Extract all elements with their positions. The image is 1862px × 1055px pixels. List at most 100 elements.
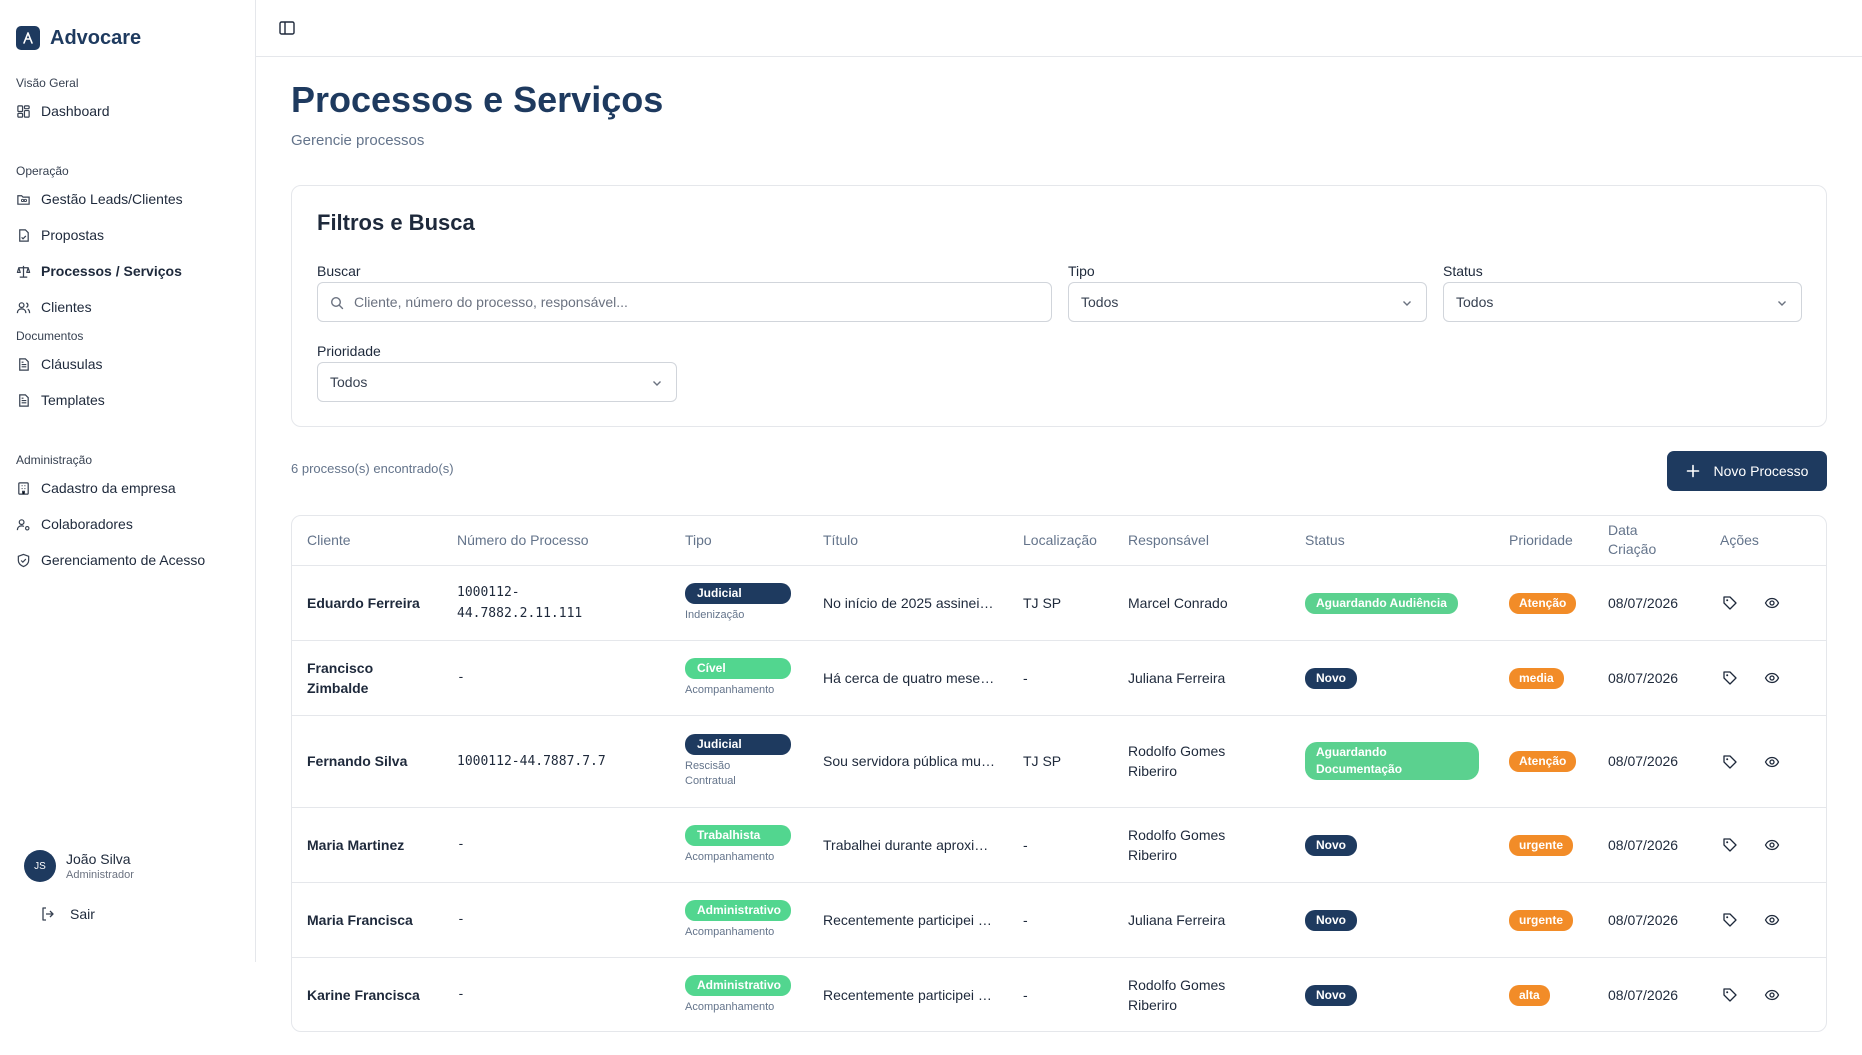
nav-group-administracao: Administração Cadastro da empresa Colabo… bbox=[16, 453, 205, 578]
column-header-numero[interactable]: Número do Processo bbox=[442, 516, 670, 566]
cell-titulo: No início de 2025 assinei um contrato de… bbox=[808, 565, 1008, 641]
cell-tipo: Administrativo Acompanhamento bbox=[670, 957, 808, 1031]
priority-badge: urgente bbox=[1509, 909, 1574, 931]
sidebar-item-clientes[interactable]: Clientes bbox=[16, 289, 183, 325]
cell-prioridade: urgente bbox=[1494, 807, 1593, 883]
logout-button[interactable]: Sair bbox=[40, 906, 95, 922]
tipo-label: Tipo bbox=[1068, 263, 1095, 279]
cell-tipo: Trabalhista Acompanhamento bbox=[670, 807, 808, 883]
tipo-subtype-line2: Contratual bbox=[685, 774, 736, 787]
column-header-titulo[interactable]: Título bbox=[808, 516, 1008, 566]
tag-icon[interactable] bbox=[1720, 985, 1740, 1005]
table-row[interactable]: Francisco Zimbalde - Cível Acompanhamento … bbox=[292, 640, 1826, 716]
tipo-badge: Administrativo bbox=[685, 899, 791, 921]
cell-data: 08/07/2026 bbox=[1593, 565, 1705, 641]
eye-icon[interactable] bbox=[1762, 668, 1782, 688]
sidebar-item-clausulas[interactable]: Cláusulas bbox=[16, 346, 105, 382]
numero-line2: 44.7882.2.11.111 bbox=[457, 605, 583, 621]
cell-tipo: Cível Acompanhamento bbox=[670, 640, 808, 716]
column-header-localizacao[interactable]: Localização bbox=[1008, 516, 1113, 566]
column-header-status[interactable]: Status bbox=[1290, 516, 1494, 566]
tipo-badge: Judicial bbox=[685, 582, 791, 604]
eye-icon[interactable] bbox=[1762, 752, 1782, 772]
column-header-cliente[interactable]: Cliente bbox=[292, 516, 442, 566]
sidebar-item-gerenciamento-acesso[interactable]: Gerenciamento de Acesso bbox=[16, 542, 205, 578]
sidebar-item-dashboard[interactable]: Dashboard bbox=[16, 93, 110, 129]
column-header-data-line1: Data bbox=[1608, 522, 1638, 539]
sidebar-item-templates[interactable]: Templates bbox=[16, 382, 105, 418]
cell-responsavel: Rodolfo Gomes Riberiro bbox=[1113, 807, 1290, 883]
tag-icon[interactable] bbox=[1720, 593, 1740, 613]
sidebar-item-label: Gerenciamento de Acesso bbox=[41, 552, 206, 568]
tipo-badge: Judicial bbox=[685, 733, 791, 755]
eye-icon[interactable] bbox=[1762, 910, 1782, 930]
brand[interactable]: Advocare bbox=[16, 26, 141, 50]
cell-numero: - bbox=[442, 640, 670, 716]
table-row[interactable]: Maria Francisca - Administrativo Acompanh… bbox=[292, 882, 1826, 958]
priority-badge: Atenção bbox=[1509, 592, 1577, 614]
status-badge: Aguardando Documentação bbox=[1305, 742, 1479, 780]
sidebar-item-label: Cláusulas bbox=[41, 356, 103, 372]
table-row[interactable]: Fernando Silva 1000112-44.7887.7.7 Judic… bbox=[292, 715, 1826, 808]
shield-check-icon bbox=[17, 553, 30, 567]
tipo-select[interactable]: Todos bbox=[1068, 282, 1427, 322]
cell-status: Novo bbox=[1290, 807, 1494, 883]
table-row[interactable]: Karine Francisca - Administrativo Acompan… bbox=[292, 957, 1826, 1031]
tag-icon[interactable] bbox=[1720, 752, 1740, 772]
cell-localizacao: - bbox=[1008, 882, 1113, 958]
sidebar: Advocare Visão Geral Dashboard Operação … bbox=[0, 0, 256, 962]
sidebar-item-cadastro-empresa[interactable]: Cadastro da empresa bbox=[16, 470, 205, 506]
tag-icon[interactable] bbox=[1720, 835, 1740, 855]
cell-prioridade: Atenção bbox=[1494, 715, 1593, 808]
sidebar-item-label: Propostas bbox=[41, 227, 105, 243]
eye-icon[interactable] bbox=[1762, 985, 1782, 1005]
tipo-subtype-line1: Rescisão bbox=[685, 759, 731, 772]
chevron-down-icon bbox=[653, 381, 661, 386]
eye-icon[interactable] bbox=[1762, 835, 1782, 855]
search-input[interactable]: Cliente, número do processo, responsável… bbox=[317, 282, 1052, 322]
status-select[interactable]: Todos bbox=[1443, 282, 1802, 322]
tipo-subtype: Rescisão Contratual bbox=[685, 759, 808, 789]
results-count: 6 processo(s) encontrado(s) bbox=[291, 461, 454, 476]
responsavel-line1: Rodolfo Gomes bbox=[1128, 743, 1226, 759]
sidebar-toggle-icon[interactable] bbox=[278, 19, 296, 37]
column-header-responsavel[interactable]: Responsável bbox=[1113, 516, 1290, 566]
eye-icon[interactable] bbox=[1762, 593, 1782, 613]
cell-prioridade: Atenção bbox=[1494, 565, 1593, 641]
prioridade-label: Prioridade bbox=[317, 343, 381, 359]
cell-titulo: Há cerca de quatro meses comprei um prod… bbox=[808, 640, 1008, 716]
priority-badge: alta bbox=[1509, 984, 1550, 1006]
status-badge: Novo bbox=[1305, 984, 1357, 1006]
cell-data: 08/07/2026 bbox=[1593, 640, 1705, 716]
tipo-badge: Cível bbox=[685, 657, 791, 679]
table-row[interactable]: Maria Martinez - Trabalhista Acompanhamen… bbox=[292, 807, 1826, 883]
sidebar-item-propostas[interactable]: Propostas bbox=[16, 217, 183, 253]
table-row[interactable]: Eduardo Ferreira 1000112- 44.7882.2.11.11… bbox=[292, 565, 1826, 641]
cell-status: Novo bbox=[1290, 640, 1494, 716]
tag-icon[interactable] bbox=[1720, 668, 1740, 688]
nav-group-label: Documentos bbox=[16, 329, 84, 343]
cell-acoes bbox=[1705, 882, 1826, 958]
prioridade-select[interactable]: Todos bbox=[317, 362, 677, 402]
cell-status: Novo bbox=[1290, 882, 1494, 958]
new-process-button[interactable]: Novo Processo bbox=[1667, 451, 1827, 491]
numero-line1: 1000112- bbox=[457, 584, 520, 600]
cell-responsavel: Marcel Conrado bbox=[1113, 565, 1290, 641]
file-text-icon bbox=[19, 357, 29, 371]
column-header-tipo[interactable]: Tipo bbox=[670, 516, 808, 566]
column-header-data-criacao[interactable]: Data Criação bbox=[1593, 516, 1705, 566]
sidebar-item-processos[interactable]: Processos / Serviços bbox=[16, 253, 183, 289]
sidebar-item-label: Processos / Serviços bbox=[41, 263, 182, 279]
sidebar-item-colaboradores[interactable]: Colaboradores bbox=[16, 506, 205, 542]
cell-cliente: Fernando Silva bbox=[292, 715, 442, 808]
cell-localizacao: - bbox=[1008, 807, 1113, 883]
cell-responsavel: Juliana Ferreira bbox=[1113, 882, 1290, 958]
cell-numero: - bbox=[442, 882, 670, 958]
user-profile[interactable]: JS João Silva Administrador bbox=[24, 850, 134, 882]
column-header-prioridade[interactable]: Prioridade bbox=[1494, 516, 1593, 566]
sidebar-item-gestao-leads[interactable]: Gestão Leads/Clientes bbox=[16, 181, 183, 217]
tag-icon[interactable] bbox=[1720, 910, 1740, 930]
cell-data: 08/07/2026 bbox=[1593, 807, 1705, 883]
tipo-subtype: Acompanhamento bbox=[685, 683, 775, 696]
cell-titulo: Recentemente participei de um concurso bbox=[823, 986, 1008, 1003]
